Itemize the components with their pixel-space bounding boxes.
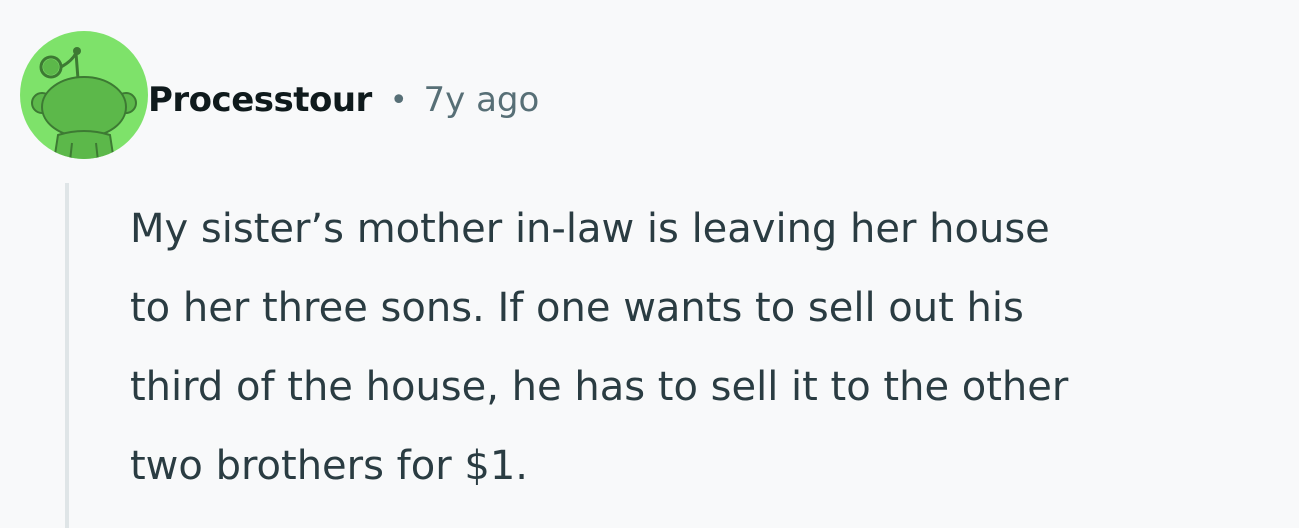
comment-timestamp[interactable]: 7y ago <box>424 80 540 120</box>
comment-body-line: My sister’s mother in-law is leaving her… <box>130 206 1050 252</box>
comment-meta: Processtour • 7y ago <box>148 74 539 126</box>
thread-line[interactable] <box>65 183 69 528</box>
comment-body-line: to her three sons. If one wants to sell … <box>130 285 1024 331</box>
comment-body: My sister’s mother in-law is leaving her… <box>130 190 1295 506</box>
comment-body-line: third of the house, he has to sell it to… <box>130 364 1069 410</box>
reddit-snoo-avatar-icon <box>31 47 137 159</box>
meta-separator: • <box>389 82 408 118</box>
comment-body-line: two brothers for $1. <box>130 443 528 489</box>
avatar[interactable] <box>20 31 148 159</box>
author-username[interactable]: Processtour <box>148 80 372 120</box>
